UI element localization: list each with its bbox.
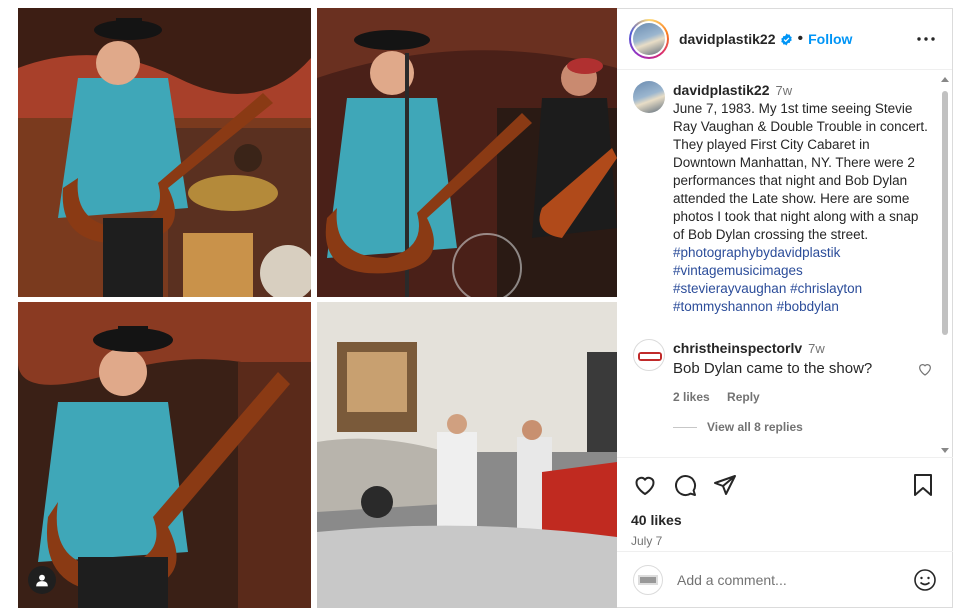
emoji-icon[interactable]	[913, 568, 937, 592]
scrollbar-thumb[interactable]	[942, 91, 948, 335]
photo-guitarist-with-drummer	[18, 8, 311, 297]
photo-guitarist-closeup	[18, 302, 311, 608]
comment-heart-icon[interactable]	[917, 361, 933, 377]
view-replies-button[interactable]: View all 8 replies	[673, 420, 933, 434]
bookmark-icon[interactable]	[909, 471, 937, 499]
post-header: davidplastik22 • Follow	[617, 9, 952, 70]
commenter-username[interactable]: christheinspectorlv	[673, 340, 802, 356]
post-media[interactable]	[14, 8, 617, 608]
author-username[interactable]: davidplastik22	[679, 31, 776, 47]
follow-button[interactable]: Follow	[808, 31, 852, 47]
user-tag-icon[interactable]	[28, 566, 56, 594]
hashtag-link[interactable]: #photographybydavidplastik	[673, 245, 840, 260]
reply-button[interactable]: Reply	[727, 390, 760, 404]
author-avatar[interactable]	[629, 19, 669, 59]
likes-count[interactable]: 40 likes	[631, 512, 937, 528]
hashtag-link[interactable]: #chrislayton	[790, 281, 862, 296]
add-comment-bar	[617, 551, 953, 607]
comments-section[interactable]: davidplastik22 7w June 7, 1983. My 1st ti…	[617, 71, 953, 451]
comments-scrollbar[interactable]	[941, 75, 949, 453]
heart-icon[interactable]	[631, 471, 659, 499]
hashtag-link[interactable]: #vintagemusicimages	[673, 263, 803, 278]
separator-dot: •	[797, 30, 804, 47]
caption-text: June 7, 1983. My 1st time seeing Stevie …	[673, 101, 928, 242]
comment-time: 7w	[808, 341, 825, 356]
commenter-avatar[interactable]	[633, 339, 665, 371]
photo-bob-dylan-street	[317, 302, 617, 608]
post-date: July 7	[631, 534, 663, 548]
share-icon[interactable]	[711, 471, 739, 499]
comment-likes[interactable]: 2 likes	[673, 390, 710, 404]
view-replies-label: View all 8 replies	[707, 420, 803, 434]
caption-time: 7w	[775, 83, 793, 98]
hashtag-link[interactable]: #tommyshannon	[673, 299, 773, 314]
caption-username[interactable]: davidplastik22	[673, 82, 770, 98]
more-options-icon[interactable]	[914, 27, 938, 51]
comment-icon[interactable]	[671, 471, 699, 499]
scroll-down-arrow-icon[interactable]	[941, 448, 949, 453]
verified-badge-icon	[780, 33, 792, 45]
scroll-up-arrow-icon[interactable]	[941, 77, 949, 82]
post-actions: 40 likes July 7	[617, 457, 953, 548]
hashtag-link[interactable]: #stevierayvaughan	[673, 281, 786, 296]
caption-avatar[interactable]	[633, 81, 665, 113]
comment-item: christheinspectorlv 7w Bob Dylan came to …	[633, 339, 933, 434]
current-user-avatar	[633, 564, 663, 595]
comment-text: Bob Dylan came to the show?	[673, 360, 873, 377]
post-side-panel: davidplastik22 • Follow davidplastik22 7w…	[617, 8, 953, 608]
hashtag-link[interactable]: #bobdylan	[777, 299, 839, 314]
photo-guitarist-with-bassist	[317, 8, 617, 297]
post-caption: davidplastik22 7w June 7, 1983. My 1st ti…	[633, 81, 933, 316]
add-comment-input[interactable]	[677, 571, 887, 588]
